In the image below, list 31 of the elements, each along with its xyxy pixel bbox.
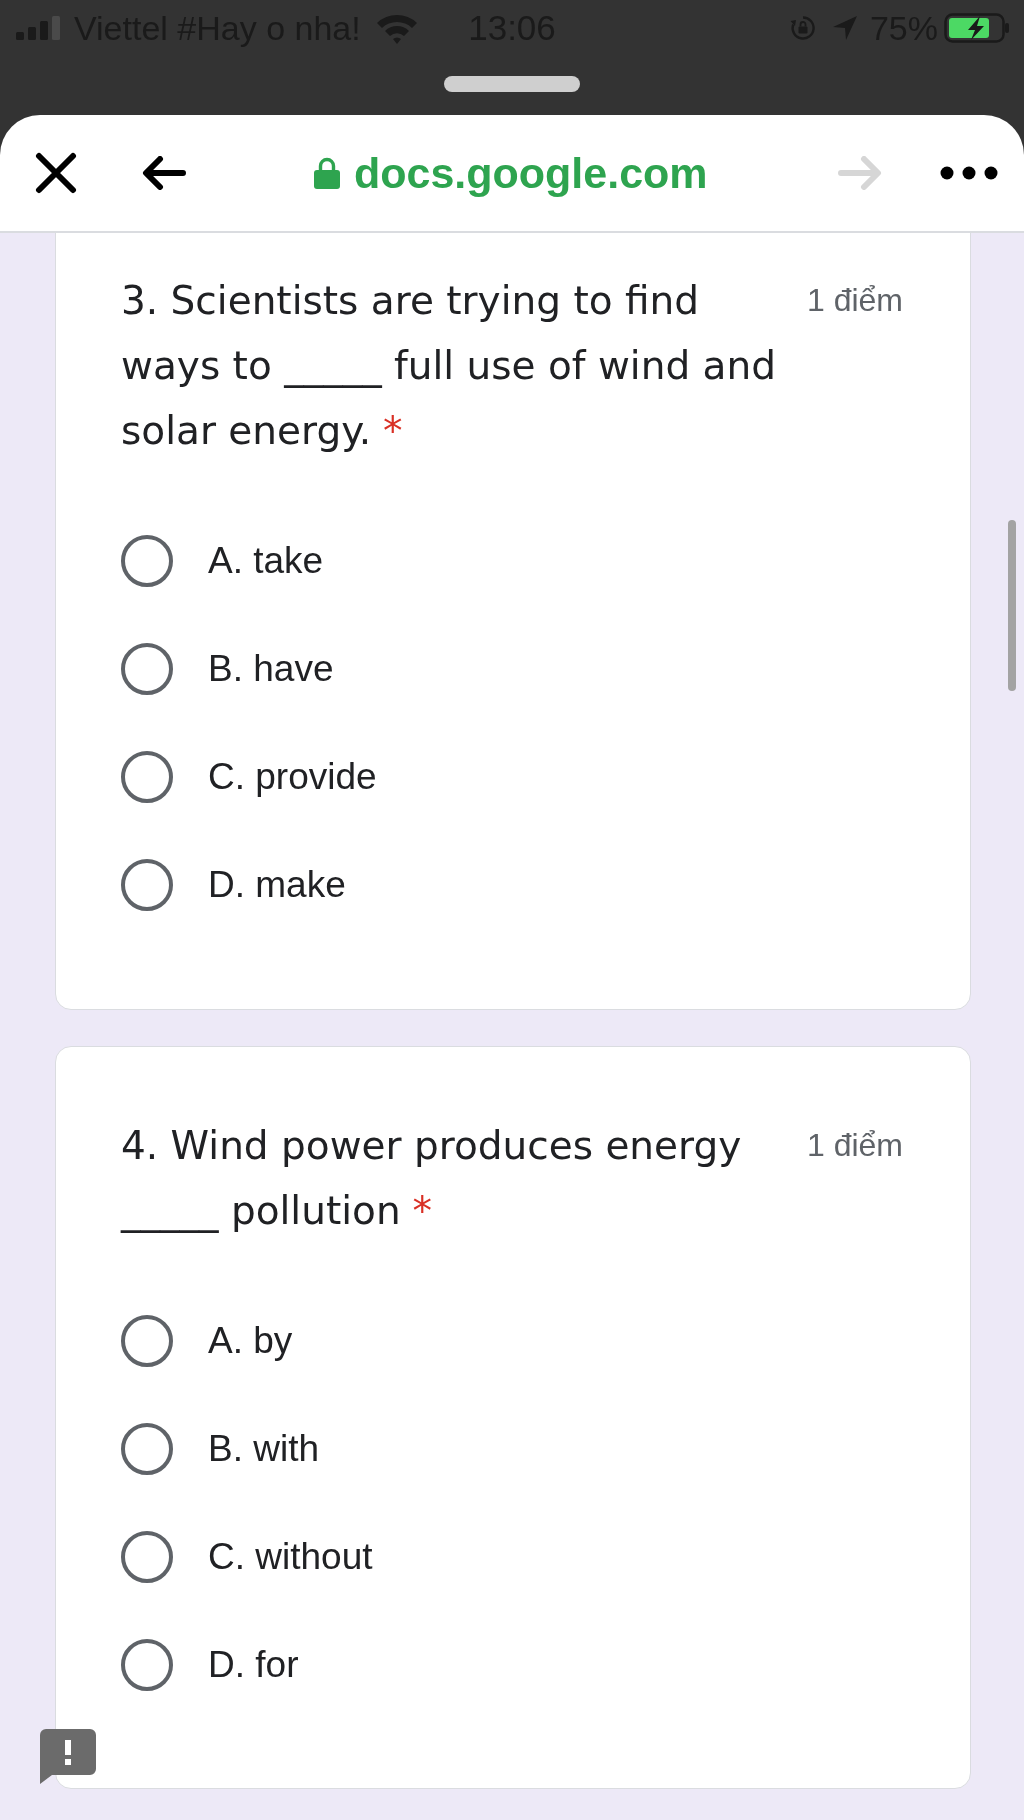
battery-icon	[944, 13, 1010, 43]
sheet-handle[interactable]	[444, 76, 580, 92]
option-label[interactable]: D. for	[208, 1644, 299, 1686]
radio-button[interactable]	[121, 643, 173, 695]
option-label[interactable]: A. by	[208, 1320, 293, 1362]
points-label: 1 điểm	[806, 281, 903, 320]
location-arrow-icon	[831, 15, 858, 41]
option-label[interactable]: A. take	[208, 540, 324, 582]
option-label[interactable]: B. with	[208, 1428, 320, 1470]
radio-button[interactable]	[121, 1423, 173, 1475]
close-icon[interactable]	[35, 152, 77, 194]
option-label[interactable]: B. have	[208, 648, 334, 690]
radio-button[interactable]	[121, 1639, 173, 1691]
lock-icon	[314, 157, 340, 189]
radio-button[interactable]	[121, 1531, 173, 1583]
rotation-lock-icon	[789, 15, 816, 41]
back-arrow-icon[interactable]	[142, 156, 186, 190]
question-text: 4. Wind power produces energy _____ pollution *	[121, 1122, 743, 1235]
more-icon[interactable]	[940, 166, 998, 180]
option-label[interactable]: C. provide	[208, 756, 377, 798]
radio-button[interactable]	[121, 859, 173, 911]
option-label[interactable]: D. make	[208, 864, 346, 906]
alert-bubble-icon[interactable]	[40, 1729, 96, 1784]
option-label[interactable]: C. without	[208, 1536, 373, 1578]
points-label: 1 điểm	[806, 1126, 903, 1165]
radio-button[interactable]	[121, 1315, 173, 1367]
signal-icon	[16, 16, 60, 40]
question-text: 3. Scientists are trying to find ways to _____ full use of wind and solar energy. *	[121, 277, 777, 455]
url-text: docs.google.com	[354, 148, 708, 198]
radio-button[interactable]	[121, 535, 173, 587]
radio-button[interactable]	[121, 751, 173, 803]
